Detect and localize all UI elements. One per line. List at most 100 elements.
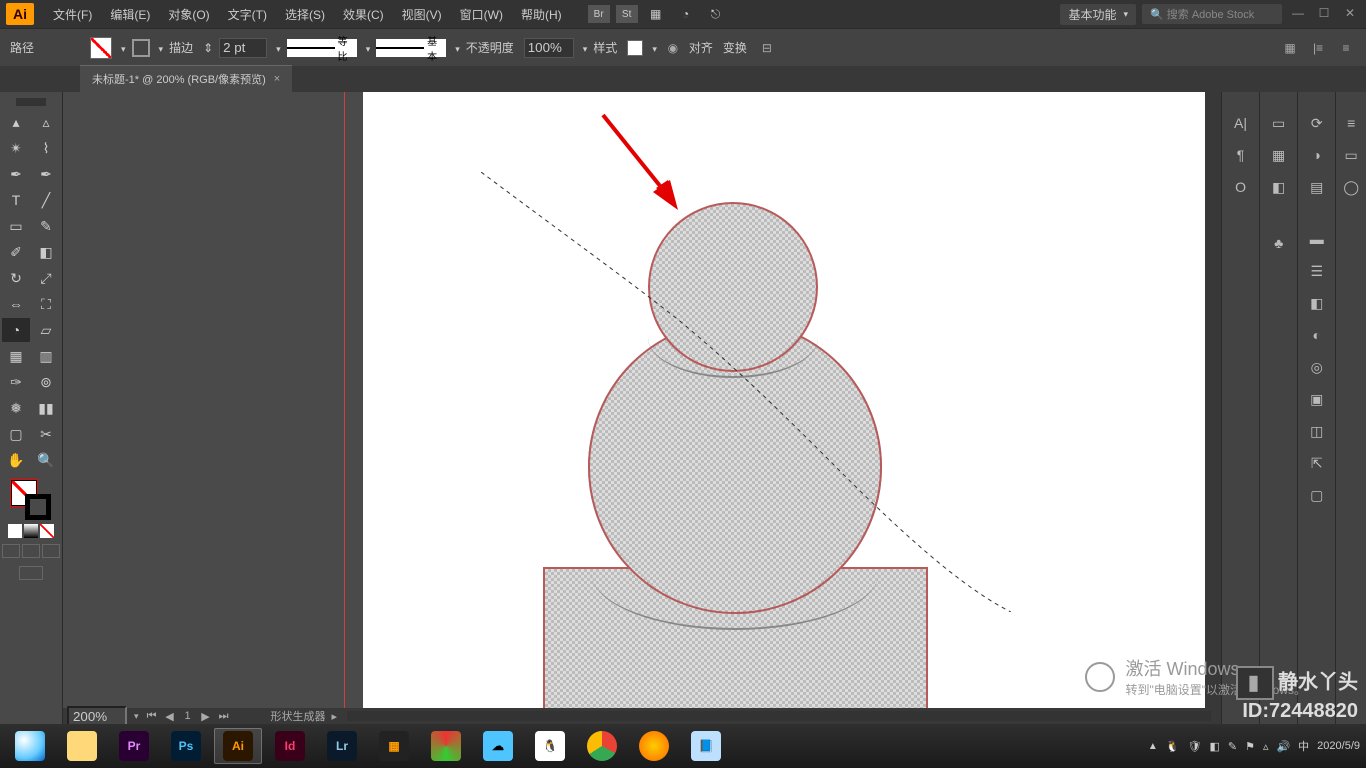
hand-tool[interactable]: ✋ — [2, 448, 30, 472]
properties-panel-icon[interactable]: ≡ — [1340, 112, 1362, 134]
taskbar-firefox[interactable] — [630, 728, 678, 764]
transparency-panel-icon[interactable]: ◐ — [1306, 324, 1328, 346]
artboard-navigator[interactable]: ⏮◀ 1 ▶⏭ — [145, 710, 231, 723]
paintbrush-tool[interactable]: ✎ — [32, 214, 60, 238]
tray-qq-icon[interactable]: 🐧 — [1166, 740, 1180, 753]
artboard-tool[interactable]: ▢ — [2, 422, 30, 446]
vertical-scrollbar[interactable] — [1205, 92, 1221, 708]
eraser-tool[interactable]: ◧ — [32, 240, 60, 264]
paragraph-panel-icon[interactable]: ¶ — [1230, 144, 1252, 166]
transform-label[interactable]: 变换 — [723, 39, 747, 56]
blend-tool[interactable]: ⊚ — [32, 370, 60, 394]
taskbar-lightroom[interactable]: Lr — [318, 728, 366, 764]
menu-effect[interactable]: 效果(C) — [334, 6, 393, 23]
transform-panel-icon[interactable]: ▦ — [1268, 144, 1290, 166]
tray-volume-icon[interactable]: 🔊 — [1276, 740, 1290, 753]
shape-builder-tool[interactable]: ◔ — [2, 318, 30, 342]
artboards-panel-icon[interactable]: ▢ — [1306, 484, 1328, 506]
color-mode-gradient[interactable] — [24, 524, 38, 538]
sync-icon[interactable]: ⎋ — [704, 5, 728, 23]
fill-stroke-control[interactable] — [11, 480, 51, 520]
tray-app-icon[interactable]: ◧ — [1209, 740, 1219, 753]
system-tray[interactable]: ▲ 🐧 🛡 ◧ ✎ ⚑ ▵ 🔊 中 2020/5/9 — [1148, 738, 1360, 754]
tray-datetime[interactable]: 2020/5/9 — [1317, 740, 1360, 752]
brush-dropdown[interactable] — [452, 41, 460, 55]
document-tab[interactable]: 未标题-1* @ 200% (RGB/像素预览) × — [80, 65, 292, 92]
draw-behind[interactable] — [22, 544, 40, 558]
brushes-panel-icon[interactable]: ▬ — [1306, 228, 1328, 250]
stock-icon[interactable]: St — [616, 5, 638, 23]
taskbar-explorer[interactable] — [58, 728, 106, 764]
lasso-tool[interactable]: ⌇ — [32, 136, 60, 160]
align-panel-icon2[interactable]: ▭ — [1268, 112, 1290, 134]
menu-select[interactable]: 选择(S) — [276, 6, 334, 23]
curvature-tool[interactable]: ✒ — [32, 162, 60, 186]
free-transform-tool[interactable]: ⛶ — [32, 292, 60, 316]
window-minimize-button[interactable]: — — [1288, 6, 1308, 22]
bridge-icon[interactable]: Br — [588, 5, 610, 23]
swatches-panel-icon[interactable]: ▤ — [1306, 176, 1328, 198]
menu-object[interactable]: 对象(O) — [159, 6, 218, 23]
fill-swatch[interactable] — [90, 37, 112, 59]
opacity-input[interactable] — [524, 38, 574, 58]
layers-panel-icon[interactable]: ◫ — [1306, 420, 1328, 442]
width-tool[interactable]: ⇔ — [2, 292, 30, 316]
appearance-panel-icon[interactable]: ◎ — [1306, 356, 1328, 378]
window-close-button[interactable]: ✕ — [1340, 6, 1360, 22]
search-stock-input[interactable]: 🔍 搜索 Adobe Stock — [1142, 4, 1282, 24]
menu-help[interactable]: 帮助(H) — [512, 6, 571, 23]
perspective-grid-tool[interactable]: ▱ — [32, 318, 60, 342]
symbol-sprayer-tool[interactable]: ❅ — [2, 396, 30, 420]
arrange-documents-icon[interactable]: ▦ — [644, 5, 668, 23]
menu-type[interactable]: 文字(T) — [219, 6, 276, 23]
pathfinder-panel-icon[interactable]: ◧ — [1268, 176, 1290, 198]
type-tool[interactable]: T — [2, 188, 30, 212]
asset-export-panel-icon[interactable]: ⇱ — [1306, 452, 1328, 474]
direct-selection-tool[interactable]: ▵ — [32, 110, 60, 134]
window-restore-button[interactable]: ☐ — [1314, 6, 1334, 22]
zoom-dropdown[interactable] — [131, 710, 139, 722]
align-panel-icon[interactable]: |≡ — [1308, 38, 1328, 58]
rotate-tool[interactable]: ↻ — [2, 266, 30, 290]
taskbar-photoshop[interactable]: Ps — [162, 728, 210, 764]
opentype-panel-icon[interactable]: O — [1230, 176, 1252, 198]
taskbar-qq[interactable]: 🐧 — [526, 728, 574, 764]
character-panel-icon[interactable]: A| — [1230, 112, 1252, 134]
stroke-weight-dropdown[interactable] — [273, 41, 281, 55]
selection-tool[interactable]: ▴ — [2, 110, 30, 134]
eyedropper-tool[interactable]: ✑ — [2, 370, 30, 394]
stroke-weight-stepper[interactable]: ⇕ — [203, 41, 213, 55]
color-mode-none[interactable] — [40, 524, 54, 538]
panel-menu-icon[interactable]: ≡ — [1336, 38, 1356, 58]
zoom-tool[interactable]: 🔍 — [32, 448, 60, 472]
magic-wand-tool[interactable]: ✴ — [2, 136, 30, 160]
essentials-icon[interactable]: ▦ — [1280, 38, 1300, 58]
brush-definition[interactable]: 基本 — [376, 39, 446, 57]
taskbar-notes[interactable]: 📘 — [682, 728, 730, 764]
rectangle-tool[interactable]: ▭ — [2, 214, 30, 238]
libraries-panel-icon[interactable]: ⟳ — [1306, 112, 1328, 134]
taskbar-premiere[interactable]: Pr — [110, 728, 158, 764]
close-tab-icon[interactable]: × — [274, 73, 280, 85]
horizontal-scrollbar[interactable] — [347, 711, 1211, 721]
tray-overflow-icon[interactable]: ▲ — [1148, 741, 1158, 752]
stroke-swatch[interactable] — [132, 39, 150, 57]
gpu-icon[interactable]: ◔ — [674, 5, 698, 23]
taskbar-chrome[interactable] — [578, 728, 626, 764]
isolate-icon[interactable]: ⊟ — [757, 38, 777, 58]
tray-flag-icon[interactable]: ⚑ — [1245, 740, 1255, 753]
tools-grip[interactable] — [16, 98, 46, 106]
taskbar-app-1[interactable]: ▦ — [370, 728, 418, 764]
menu-edit[interactable]: 编辑(E) — [101, 6, 159, 23]
style-dropdown[interactable] — [649, 41, 657, 55]
graphic-style-swatch[interactable] — [627, 40, 643, 56]
taskbar-app-3[interactable]: ☁ — [474, 728, 522, 764]
tray-ime-icon[interactable]: 中 — [1298, 738, 1309, 754]
draw-inside[interactable] — [42, 544, 60, 558]
line-segment-tool[interactable]: ╱ — [32, 188, 60, 212]
menu-window[interactable]: 窗口(W) — [451, 6, 512, 23]
tray-network-icon[interactable]: ▵ — [1263, 740, 1269, 753]
draw-normal[interactable] — [2, 544, 20, 558]
shaper-tool[interactable]: ✐ — [2, 240, 30, 264]
workspace-switcher[interactable]: 基本功能 — [1060, 4, 1136, 25]
